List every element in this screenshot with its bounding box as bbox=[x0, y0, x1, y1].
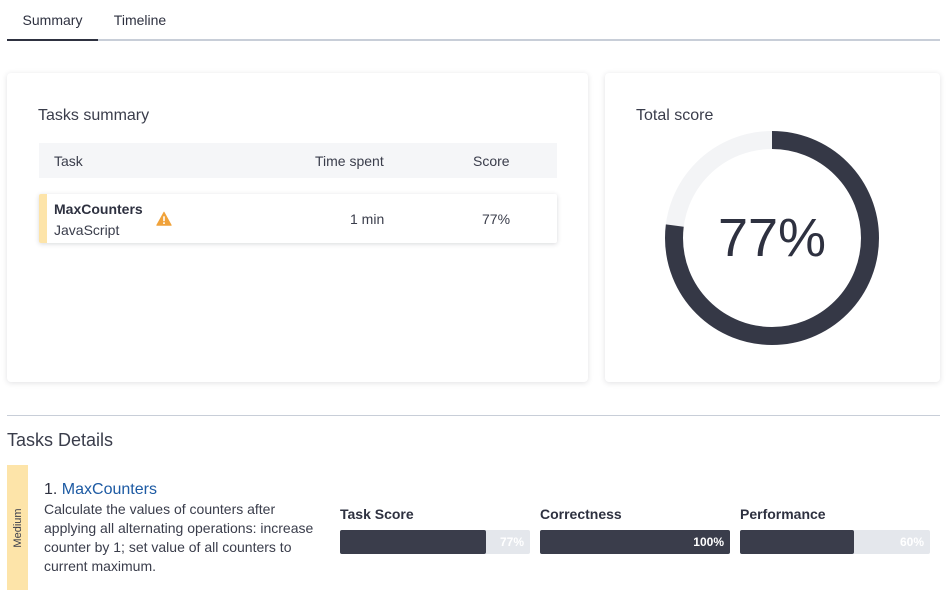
tasks-summary-title: Tasks summary bbox=[38, 107, 150, 124]
progress-fill bbox=[340, 530, 487, 554]
task-time-spent: 1 min bbox=[350, 211, 385, 227]
task-score: 77% bbox=[482, 211, 511, 227]
task-name: MaxCounters bbox=[54, 201, 143, 217]
progress-value: 77% bbox=[499, 535, 524, 549]
tab-timeline[interactable]: Timeline bbox=[105, 0, 175, 41]
tab-bar: Summary Timeline bbox=[7, 0, 940, 41]
tab-summary[interactable]: Summary bbox=[7, 0, 98, 41]
task-heading: 1. MaxCounters bbox=[44, 481, 157, 499]
task-language: JavaScript bbox=[54, 222, 120, 238]
column-header-task: Task bbox=[54, 153, 83, 169]
warning-triangle-icon bbox=[156, 211, 172, 226]
section-divider bbox=[7, 415, 940, 416]
difficulty-label: Medium bbox=[11, 507, 24, 548]
column-header-score: Score bbox=[473, 153, 510, 169]
total-score-value: 77% bbox=[717, 208, 827, 268]
metric-label: Performance bbox=[740, 506, 826, 522]
progress-bar: 100% bbox=[540, 530, 730, 554]
task-name-link[interactable]: MaxCounters bbox=[62, 481, 157, 498]
progress-value: 60% bbox=[899, 535, 924, 549]
difficulty-badge: Medium bbox=[7, 465, 28, 590]
metric-task-score: Task Score 77% bbox=[340, 506, 530, 554]
task-number: 1. bbox=[44, 481, 58, 498]
table-row[interactable]: MaxCounters JavaScript 1 min 77% bbox=[39, 194, 557, 243]
progress-value: 100% bbox=[693, 535, 724, 549]
tasks-table-header: Task Time spent Score bbox=[39, 143, 557, 178]
metric-performance: Performance 60% bbox=[740, 506, 930, 554]
metric-correctness: Correctness 100% bbox=[540, 506, 730, 554]
total-score-title: Total score bbox=[636, 107, 714, 124]
tasks-summary-card: Tasks summary Task Time spent Score MaxC… bbox=[7, 73, 588, 382]
column-header-time: Time spent bbox=[315, 153, 384, 169]
progress-bar: 77% bbox=[340, 530, 530, 554]
task-description: Calculate the values of counters after a… bbox=[44, 501, 314, 574]
tasks-details-title: Tasks Details bbox=[7, 430, 114, 450]
metric-label: Task Score bbox=[340, 506, 414, 522]
progress-bar: 60% bbox=[740, 530, 930, 554]
total-score-card: Total score 77% bbox=[605, 73, 940, 382]
difficulty-stripe bbox=[39, 194, 47, 243]
metric-label: Correctness bbox=[540, 506, 622, 522]
progress-fill bbox=[740, 530, 854, 554]
